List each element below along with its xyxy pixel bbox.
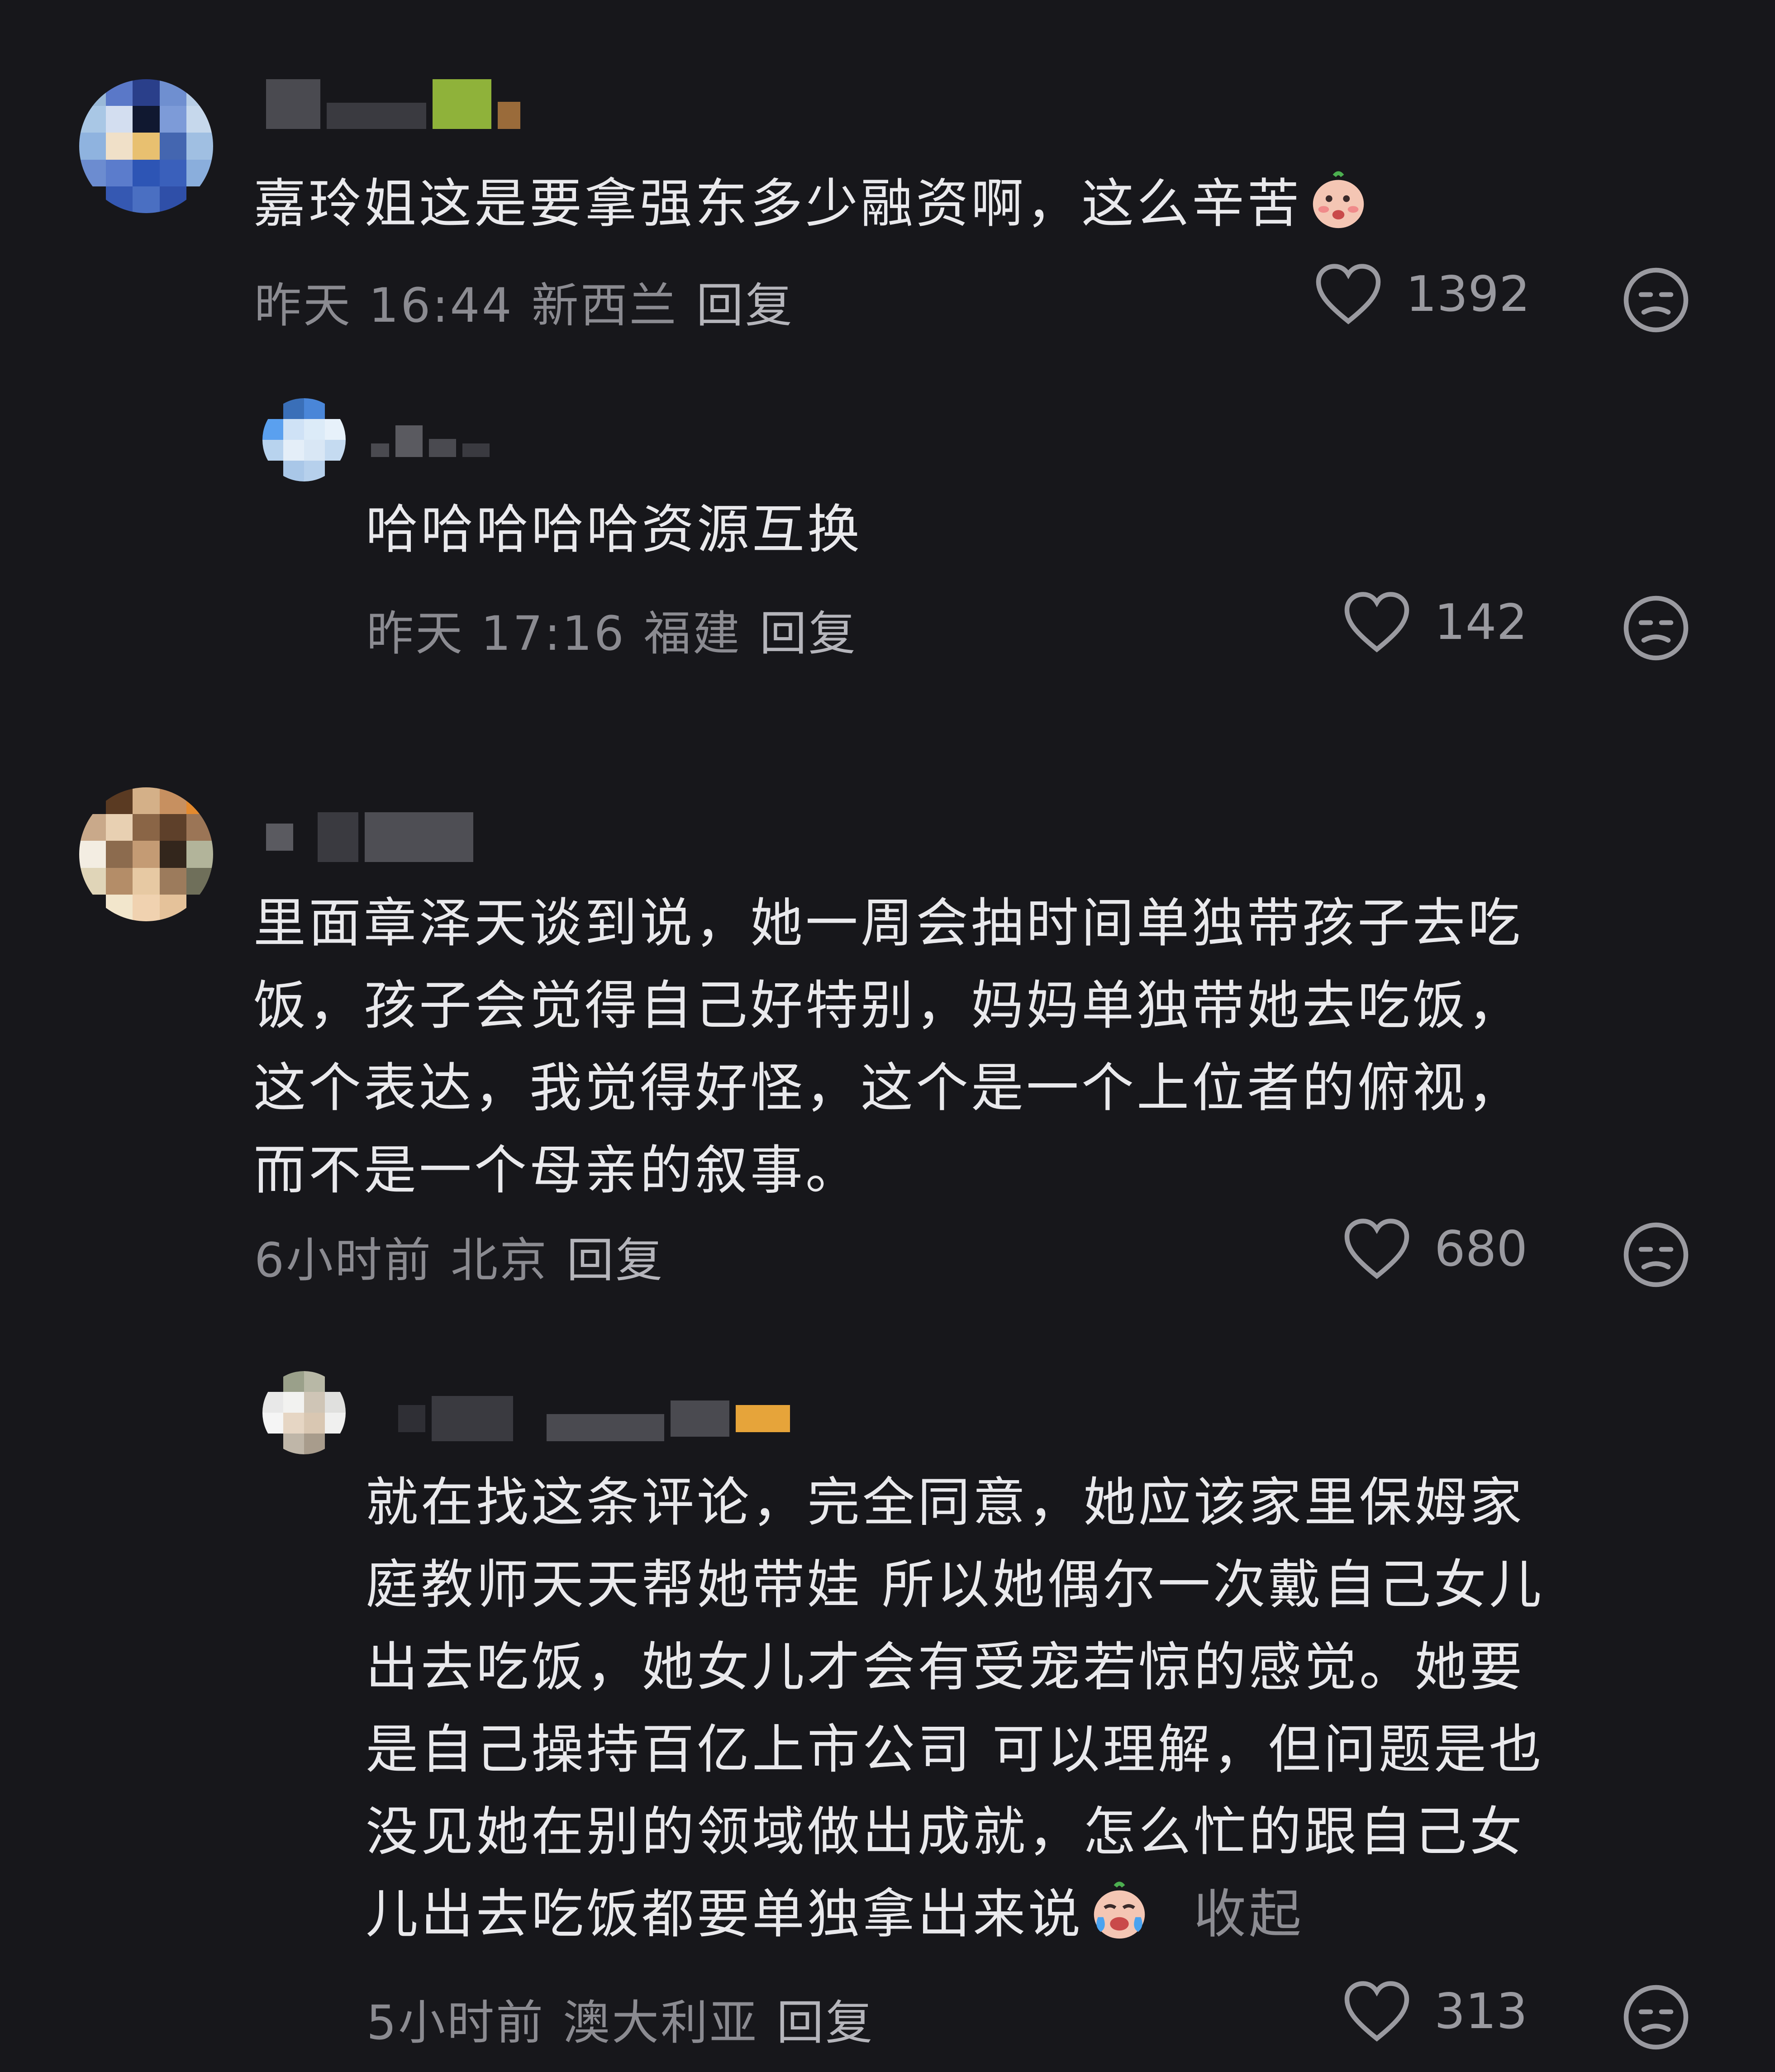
comment-meta: 昨天 16:44 新西兰 回复 [254,267,794,335]
like-count: 142 [1434,594,1528,651]
username-pixelated[interactable] [398,1396,790,1441]
timestamp: 昨天 16:44 [254,278,514,333]
comment-item: 哈哈哈哈哈资源互换 昨天 17:16 福建 回复 142 [0,389,1775,706]
avatar[interactable] [79,79,213,213]
reply-button[interactable]: 回复 [760,595,857,663]
comment-meta: 5小时前 澳大利亚 回复 [366,1984,874,2053]
timestamp: 5小时前 [366,1995,545,2050]
unhappy-face-icon[interactable] [1622,1983,1690,2051]
unhappy-face-icon[interactable] [1622,1221,1690,1289]
heart-outline-icon [1316,264,1381,324]
like-count: 313 [1434,1983,1528,2040]
timestamp: 昨天 17:16 [366,606,626,661]
reply-button[interactable]: 回复 [696,267,794,335]
username-pixelated[interactable] [266,79,520,129]
comment-meta: 6小时前 北京 回复 [254,1222,664,1290]
location: 福建 [643,606,742,661]
reply-button[interactable]: 回复 [776,1984,874,2053]
username-pixelated[interactable] [266,812,473,862]
comment-text: 嘉玲姐这是要拿强东多少融资啊，这么辛苦 [253,163,1719,245]
location: 澳大利亚 [563,1995,759,2050]
shy-face-emoji-icon [1313,171,1364,229]
location: 新西兰 [531,278,678,333]
timestamp: 6小时前 [254,1233,433,1288]
heart-outline-icon [1344,1219,1409,1279]
unhappy-face-icon[interactable] [1622,266,1690,334]
comment-text: 里面章泽天谈到说，她一周会抽时间单独带孩子去吃 饭，孩子会觉得自己好特别，妈妈单… [253,893,1523,1201]
comment-meta: 昨天 17:16 福建 回复 [366,595,857,663]
like-count: 1392 [1406,266,1530,323]
unhappy-face-icon[interactable] [1622,594,1690,662]
like-count: 680 [1434,1220,1528,1277]
avatar[interactable] [262,1371,346,1454]
comment-text: 哈哈哈哈哈资源互换 [366,499,862,560]
location: 北京 [451,1233,549,1288]
comment-item: 里面章泽天谈到说，她一周会抽时间单独带孩子去吃 饭，孩子会觉得自己好特别，妈妈单… [0,778,1775,1321]
crying-face-emoji-icon [1094,1881,1145,1939]
comment-text: 就在找这条评论，完全同意，她应该家里保姆家 庭教师天天帮她带娃 所以她偶尔一次戴… [366,1472,1544,1945]
avatar[interactable] [79,787,213,921]
comment-item: 就在找这条评论，完全同意，她应该家里保姆家 庭教师天天帮她带娃 所以她偶尔一次戴… [0,1358,1775,2072]
heart-outline-icon [1344,592,1409,653]
like-button[interactable]: 680 [1343,1217,1528,1281]
avatar[interactable] [262,398,346,481]
heart-outline-icon [1344,1981,1409,2042]
collapse-button[interactable]: 收起 [1194,1884,1304,1945]
like-button[interactable]: 313 [1343,1980,1528,2043]
comment-item: 嘉玲姐这是要拿强东多少融资啊，这么辛苦 昨天 16:44 新西兰 回复 1392 [0,0,1775,362]
reply-button[interactable]: 回复 [566,1222,664,1290]
like-button[interactable]: 142 [1343,591,1528,654]
username-pixelated[interactable] [371,425,490,457]
like-button[interactable]: 1392 [1314,262,1530,326]
